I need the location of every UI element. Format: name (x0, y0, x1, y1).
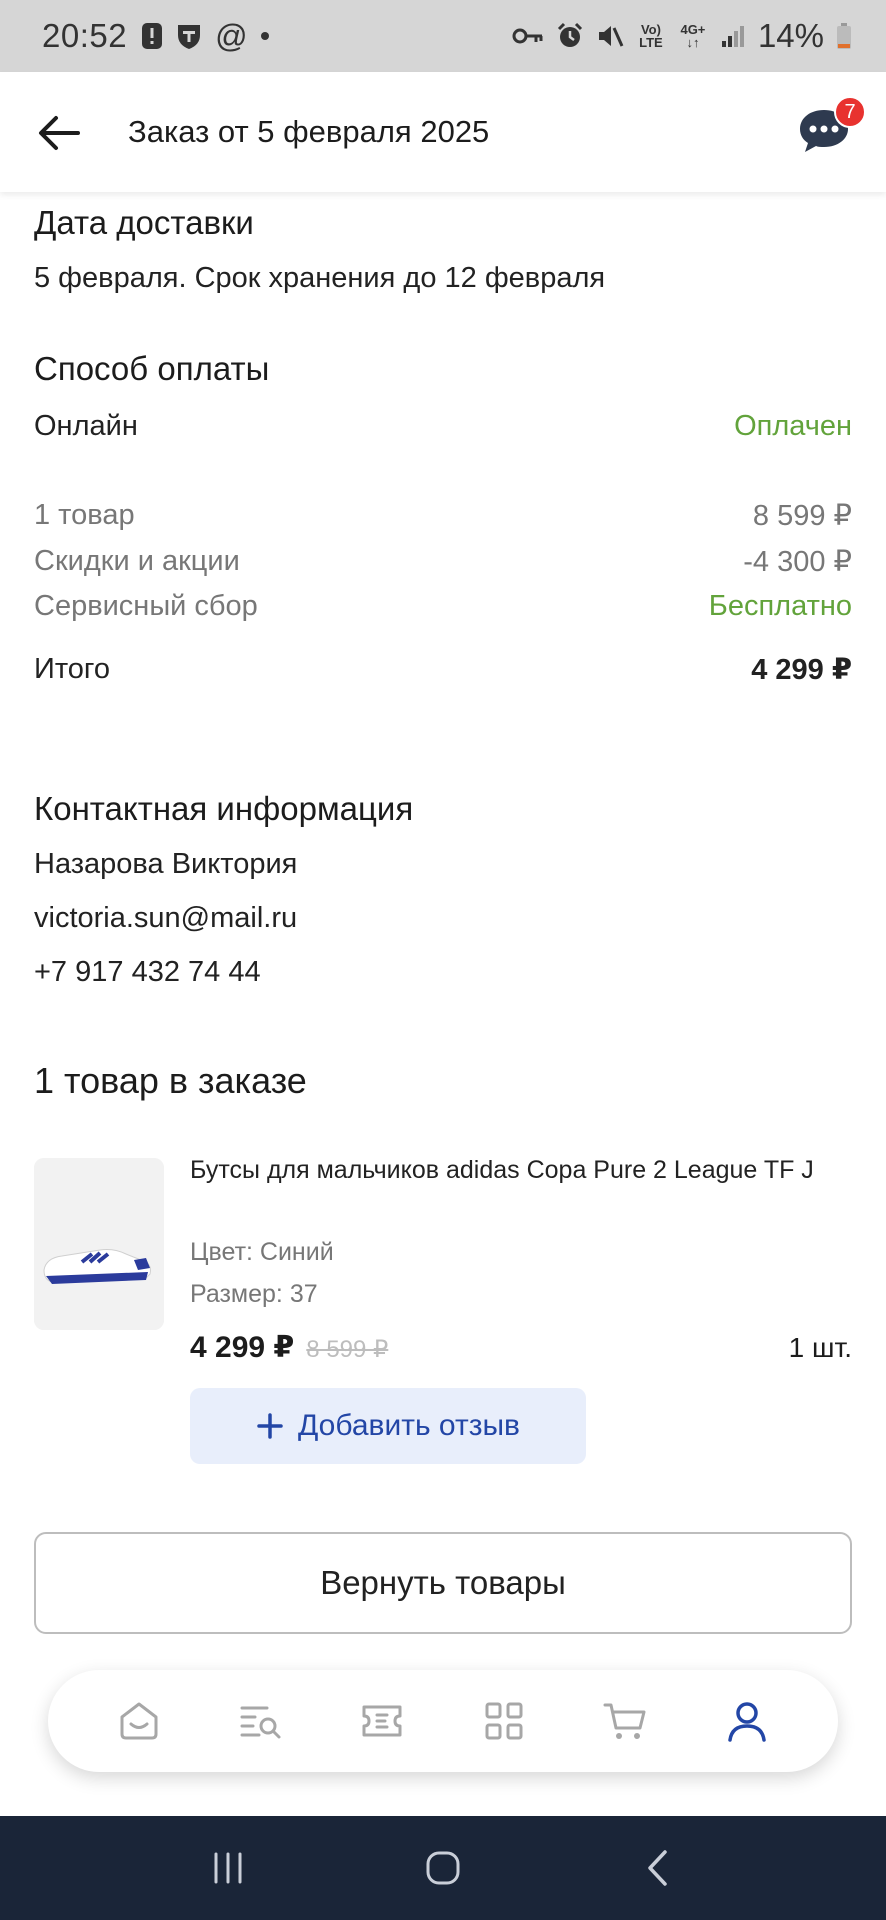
nav-coupons[interactable] (352, 1691, 412, 1751)
product-name[interactable]: Бутсы для мальчиков adidas Copa Pure 2 L… (190, 1150, 852, 1191)
delivery-text: 5 февраля. Срок хранения до 12 февраля (34, 262, 606, 294)
summary-total-label: Итого (34, 653, 110, 685)
chat-badge: 7 (834, 96, 866, 128)
summary-total-row: Итого 4 299 ₽ (34, 652, 852, 687)
status-time: 20:52 (42, 17, 128, 54)
summary-total-value: 4 299 ₽ (751, 654, 852, 686)
product-size: Размер: 37 (190, 1280, 318, 1308)
recent-apps-icon (214, 1852, 242, 1884)
contact-phone: +7 917 432 74 44 (34, 956, 261, 988)
status-notifications: @ (141, 20, 269, 52)
status-left: 20:52 @ (42, 17, 270, 55)
product-price: 4 299 ₽ (190, 1331, 295, 1364)
profile-icon (728, 1702, 766, 1742)
system-back-button[interactable] (628, 1838, 688, 1898)
shield-icon (178, 25, 201, 49)
alarm-icon (557, 22, 582, 47)
volte-label: Vo) LTE (639, 22, 663, 50)
product-color: Цвет: Синий (190, 1238, 334, 1266)
dot-icon (260, 32, 269, 40)
add-review-button[interactable]: Добавить отзыв (190, 1388, 586, 1464)
summary-items-row: 1 товар 8 599 ₽ (34, 498, 852, 533)
back-arrow-icon[interactable] (34, 108, 84, 158)
nav-catalog[interactable] (230, 1691, 290, 1751)
nav-home[interactable] (109, 1691, 169, 1751)
contact-title: Контактная информация (34, 790, 414, 827)
product-price-row: 4 299 ₽ 8 599 ₽ (190, 1330, 388, 1365)
home-button[interactable] (413, 1838, 473, 1898)
return-items-label: Вернуть товары (320, 1564, 566, 1601)
return-items-button[interactable]: Вернуть товары (34, 1532, 852, 1634)
order-items-title: 1 товар в заказе (34, 1060, 307, 1101)
summary-discount-row: Скидки и акции -4 300 ₽ (34, 544, 852, 579)
cart-icon (603, 1703, 646, 1739)
summary-fee-label: Сервисный сбор (34, 590, 258, 622)
mute-icon (598, 26, 624, 47)
payment-method: Онлайн (34, 410, 138, 442)
delivery-title: Дата доставки (34, 204, 254, 241)
chevron-left-icon (648, 1850, 668, 1886)
signal-icon (721, 26, 744, 47)
coupon-icon (362, 1705, 402, 1737)
product-old-price: 8 599 ₽ (306, 1336, 389, 1363)
battery-percent: 14% (757, 17, 824, 54)
shoe-image (34, 1158, 164, 1330)
contact-email: victoria.sun@mail.ru (34, 902, 298, 934)
page-title: Заказ от 5 февраля 2025 (128, 114, 490, 149)
contact-name: Назарова Виктория (34, 848, 298, 880)
at-icon: @ (215, 18, 248, 54)
battery-icon (837, 23, 851, 49)
bottom-nav (48, 1670, 838, 1772)
key-icon (512, 28, 543, 44)
summary-fee-value: Бесплатно (708, 590, 852, 622)
product-image[interactable] (34, 1158, 164, 1330)
app-header: Заказ от 5 февраля 2025 7 (0, 72, 886, 192)
system-nav-bar (0, 1816, 886, 1920)
summary-items-value: 8 599 ₽ (752, 500, 852, 532)
network-label: 4G+ (680, 22, 706, 37)
alert-icon (142, 23, 163, 49)
summary-discount-value: -4 300 ₽ (743, 546, 852, 578)
status-bar: 20:52 @ Vo) LTE 4G+ ↓↑ 14% (0, 0, 886, 72)
summary-items-label: 1 товар (34, 499, 135, 531)
payment-row: Онлайн Оплачен (34, 410, 852, 443)
home-square-icon (426, 1851, 460, 1885)
network-arrows-icon: 4G+ ↓↑ (680, 22, 706, 50)
plus-icon (257, 1413, 283, 1439)
nav-profile[interactable] (717, 1691, 777, 1751)
nav-categories[interactable] (474, 1691, 534, 1751)
recent-apps-button[interactable] (198, 1838, 258, 1898)
product-quantity: 1 шт. (788, 1332, 852, 1363)
nav-cart[interactable] (595, 1691, 655, 1751)
summary-fee-row: Сервисный сбор Бесплатно (34, 590, 852, 623)
payment-title: Способ оплаты (34, 350, 270, 387)
catalog-search-icon (240, 1706, 281, 1739)
volte-icon: Vo) LTE (636, 23, 666, 49)
payment-status: Оплачен (734, 410, 852, 442)
summary-discount-label: Скидки и акции (34, 545, 240, 577)
status-right: Vo) LTE 4G+ ↓↑ 14% (512, 17, 852, 55)
add-review-label: Добавить отзыв (298, 1409, 520, 1442)
home-icon (120, 1702, 158, 1740)
grid-icon (485, 1702, 523, 1740)
